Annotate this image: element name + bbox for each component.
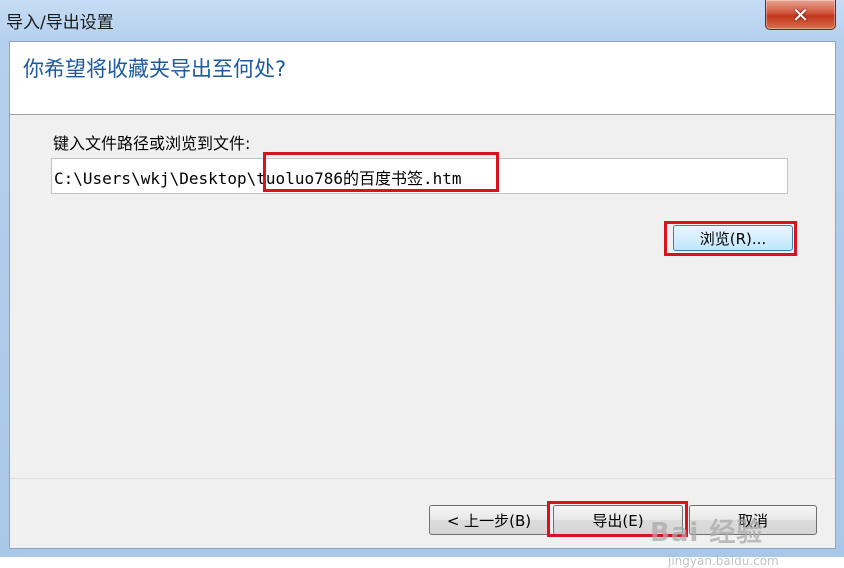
- browse-button[interactable]: 浏览(R)...: [673, 225, 793, 251]
- header-panel: 你希望将收藏夹导出至何处?: [10, 42, 835, 115]
- close-button[interactable]: ✕: [765, 0, 836, 30]
- back-button[interactable]: < 上一步(B): [429, 505, 549, 535]
- page-title: 你希望将收藏夹导出至何处?: [23, 57, 287, 81]
- close-icon: ✕: [792, 2, 809, 27]
- path-prompt-label: 键入文件路径或浏览到文件:: [53, 134, 251, 153]
- baidu-watermark-url: jingyan.baidu.com: [668, 554, 779, 568]
- footer-separator: [10, 478, 835, 479]
- dialog-window: 导入/导出设置 ✕ 你希望将收藏夹导出至何处? 键入文件路径或浏览到文件: C:…: [0, 0, 844, 568]
- title-bar[interactable]: 导入/导出设置 ✕: [0, 0, 844, 40]
- window-title: 导入/导出设置: [6, 13, 114, 33]
- client-area: 你希望将收藏夹导出至何处? 键入文件路径或浏览到文件: C:\Users\wkj…: [9, 41, 836, 568]
- file-path-input[interactable]: C:\Users\wkj\Desktop\tuoluo786的百度书签.htm: [51, 158, 788, 194]
- baidu-watermark-logo: Bai 经验: [650, 518, 764, 548]
